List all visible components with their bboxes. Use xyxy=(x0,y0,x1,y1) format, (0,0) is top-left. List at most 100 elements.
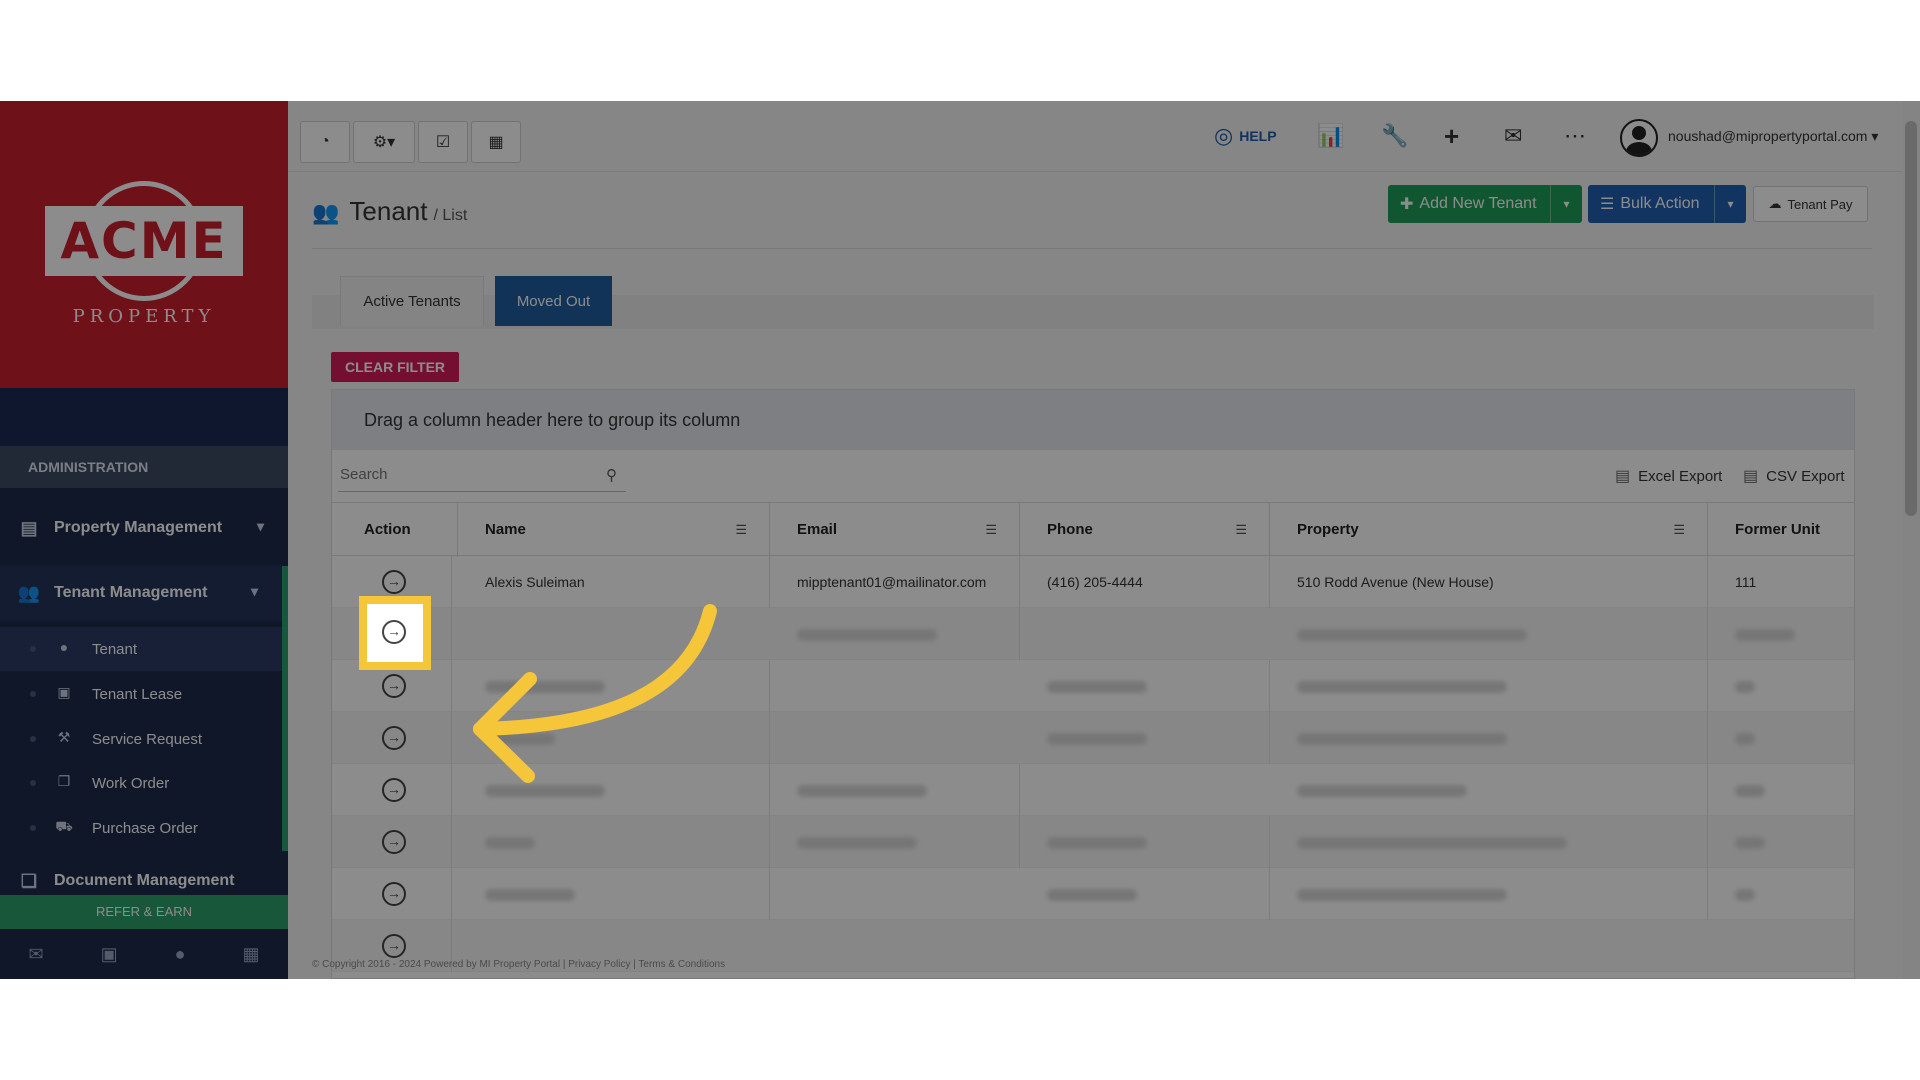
redacted-text xyxy=(485,889,575,902)
refer-and-earn-button[interactable]: REFER & EARN xyxy=(0,895,288,929)
sidebar-item-tenant[interactable]: ● Tenant xyxy=(0,627,282,671)
wrench-icon[interactable]: 🔧 xyxy=(1381,121,1408,151)
clear-filter-button[interactable]: CLEAR FILTER xyxy=(331,352,459,382)
settings-dropdown-button[interactable]: ⚙▾ xyxy=(353,121,415,163)
documents-icon: ❏ xyxy=(20,870,38,891)
filter-icon[interactable]: ☰ xyxy=(985,503,997,557)
arrow-circle-right-icon[interactable]: → xyxy=(382,882,406,906)
table-row[interactable]: → xyxy=(332,868,1854,920)
calendar-button[interactable]: ☑ xyxy=(418,121,468,163)
calculator-icon[interactable]: ▦ xyxy=(242,944,259,965)
add-new-tenant-button[interactable]: ✚ Add New Tenant ▾ xyxy=(1388,185,1582,223)
section-header-administration: ADMINISTRATION xyxy=(0,446,288,488)
plus-icon[interactable]: + xyxy=(1444,121,1459,151)
add-new-tenant-label: Add New Tenant xyxy=(1419,195,1537,212)
column-header-action[interactable]: Action xyxy=(332,503,458,557)
excel-file-icon: ▤ xyxy=(1615,468,1631,485)
property-cell xyxy=(1270,660,1708,712)
column-header-phone[interactable]: Phone ☰ xyxy=(1020,503,1270,557)
breadcrumb: / List xyxy=(433,207,468,224)
arrow-circle-right-icon[interactable]: → xyxy=(382,570,406,594)
tab-active-tenants[interactable]: Active Tenants xyxy=(340,276,484,326)
sidebar-item-work-order[interactable]: ❐ Work Order xyxy=(0,761,282,805)
bulk-action-dropdown-toggle[interactable]: ▾ xyxy=(1714,185,1746,223)
column-header-name[interactable]: Name ☰ xyxy=(458,503,770,557)
name-cell xyxy=(458,868,770,920)
nav-tenant-management[interactable]: 👥 Tenant Management ▾ xyxy=(0,565,282,621)
redacted-text xyxy=(1297,837,1567,850)
filter-icon[interactable]: ☰ xyxy=(1673,503,1685,557)
action-cell: → xyxy=(332,712,452,764)
page-title: 👥 Tenant / List xyxy=(312,196,467,227)
column-header-email[interactable]: Email ☰ xyxy=(770,503,1020,557)
unit-cell: 111 xyxy=(1735,574,1757,590)
dashboard-button[interactable]: ◔ xyxy=(300,121,350,163)
table-row[interactable]: → xyxy=(332,816,1854,868)
plus-icon: ✚ xyxy=(1400,196,1414,213)
logo-area[interactable]: ACME PROPERTY xyxy=(0,101,288,388)
redacted-text xyxy=(1047,733,1147,746)
highlighted-view-button[interactable]: → xyxy=(359,596,431,670)
users-icon: 👥 xyxy=(312,200,340,225)
page-scrollbar[interactable] xyxy=(1902,101,1920,979)
phone-cell xyxy=(1020,868,1270,920)
footer-copyright: © Copyright 2016 - 2024 Powered by MI Pr… xyxy=(312,959,726,970)
arrow-circle-right-icon[interactable]: → xyxy=(382,674,406,698)
redacted-text xyxy=(1297,733,1507,746)
truck-icon: ⛟ xyxy=(55,818,73,834)
nav-label: Property Management xyxy=(54,519,223,536)
email-cell xyxy=(770,764,1020,816)
sidebar-item-tenant-lease[interactable]: ▣ Tenant Lease xyxy=(0,672,282,716)
divider xyxy=(312,248,1872,249)
group-panel[interactable]: Drag a column header here to group its c… xyxy=(332,390,1854,450)
csv-export-button[interactable]: ▤ CSV Export xyxy=(1743,466,1845,486)
search-icon[interactable]: ⚲ xyxy=(606,466,617,484)
column-header-former-unit[interactable]: Former Unit xyxy=(1708,503,1854,557)
unit-cell xyxy=(1708,608,1854,660)
wrench-icon: ⚒ xyxy=(57,729,71,745)
filter-icon[interactable]: ☰ xyxy=(735,503,747,557)
bulk-action-button[interactable]: ☰ Bulk Action ▾ xyxy=(1588,185,1746,223)
calendar-check-icon: ☑ xyxy=(435,134,451,151)
mail-icon[interactable]: ✉ xyxy=(1504,121,1522,151)
help-button[interactable]: ◎ HELP xyxy=(1214,121,1277,151)
sidebar-item-service-request[interactable]: ⚒ Service Request xyxy=(0,717,282,761)
calculator-button[interactable]: ▦ xyxy=(471,121,521,163)
reports-icon[interactable]: 📊 xyxy=(1317,121,1344,151)
help-label: HELP xyxy=(1239,128,1277,144)
arrow-circle-right-icon[interactable]: → xyxy=(382,830,406,854)
avatar[interactable] xyxy=(1620,119,1658,157)
property-cell xyxy=(1270,712,1708,764)
user-menu[interactable]: noushad@mipropertyportal.com ▾ xyxy=(1668,128,1878,145)
user-icon[interactable]: ● xyxy=(175,944,186,965)
scrollbar-thumb[interactable] xyxy=(1905,121,1917,516)
mail-icon[interactable]: ✉ xyxy=(29,944,44,965)
arrow-circle-right-icon[interactable]: → xyxy=(382,726,406,750)
tenant-pay-label: Tenant Pay xyxy=(1787,196,1853,212)
briefcase-icon[interactable]: ▣ xyxy=(101,944,118,965)
add-tenant-dropdown-toggle[interactable]: ▾ xyxy=(1550,185,1582,223)
excel-export-button[interactable]: ▤ Excel Export xyxy=(1615,466,1722,486)
more-icon[interactable]: ⋯ xyxy=(1564,121,1586,151)
action-cell: → xyxy=(332,868,452,920)
bullet xyxy=(30,646,36,652)
search-input[interactable] xyxy=(338,458,626,492)
tenant-pay-button[interactable]: ☁ Tenant Pay xyxy=(1753,186,1868,222)
topbar: ◔ ⚙▾ ☑ ▦ ◎ HELP 📊 🔧 + ✉ ⋯ noushad@miprop… xyxy=(288,101,1920,172)
sidebar-item-purchase-order[interactable]: ⛟ Purchase Order xyxy=(0,806,282,850)
column-header-property[interactable]: Property ☰ xyxy=(1270,503,1708,557)
filter-icon[interactable]: ☰ xyxy=(1235,503,1247,557)
unit-cell xyxy=(1708,764,1854,816)
unit-cell xyxy=(1708,868,1854,920)
email-cell: mipptenant01@mailinator.com xyxy=(770,556,1020,608)
tab-moved-out[interactable]: Moved Out xyxy=(495,276,612,326)
nav-property-management[interactable]: ▤ Property Management ▾ xyxy=(0,500,288,556)
bullet xyxy=(30,780,36,786)
database-icon: ☰ xyxy=(1600,196,1615,213)
sidebar-item-label: Service Request xyxy=(92,730,203,748)
chevron-down-icon: ▾ xyxy=(256,518,264,534)
arrow-circle-right-icon[interactable]: → xyxy=(382,778,406,802)
redacted-text xyxy=(1047,889,1137,902)
redacted-text xyxy=(797,785,927,798)
arrow-circle-right-icon[interactable]: → xyxy=(382,934,406,958)
